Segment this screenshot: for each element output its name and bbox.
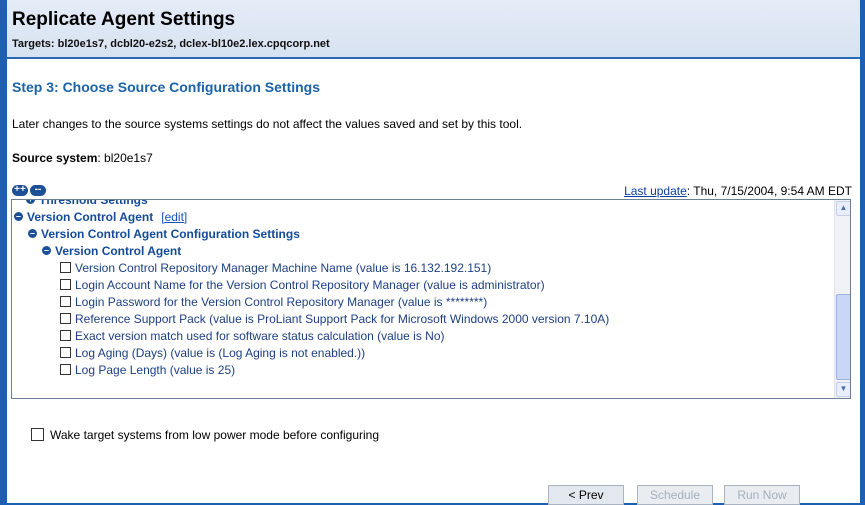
step-title: Step 3: Choose Source Configuration Sett…: [12, 79, 321, 95]
tree-scrollbar[interactable]: ▲ ▼: [834, 200, 850, 398]
last-update-link[interactable]: Last update: [624, 184, 687, 198]
scroll-down-icon[interactable]: ▼: [836, 382, 850, 397]
setting-label: Reference Support Pack (value is ProLian…: [75, 312, 610, 326]
tree-node-label: Threshold Settings: [39, 199, 148, 207]
tree-node-label: Version Control Agent: [27, 210, 154, 224]
page-title: Replicate Agent Settings: [12, 9, 236, 30]
setting-item[interactable]: Reference Support Pack (value is ProLian…: [12, 311, 832, 328]
edit-link[interactable]: [edit]: [161, 210, 187, 224]
targets-text: Targets: bl20e1s7, dcbl20-e2s2, dclex-bl…: [12, 38, 330, 50]
tree-node-threshold[interactable]: + Threshold Settings: [12, 199, 832, 209]
wake-option[interactable]: Wake target systems from low power mode …: [31, 428, 379, 442]
tree-node-label: Version Control Agent: [55, 244, 182, 258]
setting-checkbox[interactable]: [60, 262, 71, 274]
collapse-icon[interactable]: –: [28, 229, 37, 239]
setting-label: Exact version match used for software st…: [75, 329, 445, 343]
setting-checkbox[interactable]: [60, 313, 71, 325]
wizard-buttons: < Prev Schedule Run Now: [7, 485, 860, 505]
run-now-button[interactable]: Run Now: [724, 485, 800, 505]
setting-checkbox[interactable]: [60, 279, 71, 291]
setting-item[interactable]: Log Page Length (value is 25): [12, 362, 832, 379]
setting-label: Log Aging (Days) (value is (Log Aging is…: [75, 346, 366, 360]
setting-checkbox[interactable]: [60, 330, 71, 342]
source-system: Source system: bl20e1s7: [12, 151, 153, 165]
header-divider: [7, 57, 860, 59]
schedule-button[interactable]: Schedule: [637, 485, 713, 505]
last-update: Last update: Thu, 7/15/2004, 9:54 AM EDT: [624, 184, 852, 198]
setting-label: Version Control Repository Manager Machi…: [75, 261, 492, 275]
tree-node-vca-config[interactable]: – Version Control Agent Configuration Set…: [12, 226, 832, 243]
expand-all-icon[interactable]: ++: [12, 185, 28, 196]
setting-item[interactable]: Version Control Repository Manager Machi…: [12, 260, 832, 277]
settings-tree-content: + Threshold Settings – Version Control Age…: [12, 199, 832, 379]
collapse-icon[interactable]: –: [42, 246, 51, 256]
tree-node-vca-sub[interactable]: – Version Control Agent: [12, 243, 832, 260]
collapse-all-icon[interactable]: --: [30, 185, 46, 196]
source-system-label: Source system: [12, 151, 98, 165]
setting-checkbox[interactable]: [60, 296, 71, 308]
setting-checkbox[interactable]: [60, 364, 71, 376]
wake-label: Wake target systems from low power mode …: [50, 428, 380, 442]
setting-item[interactable]: Exact version match used for software st…: [12, 328, 832, 345]
wake-checkbox[interactable]: [31, 428, 44, 442]
settings-tree: + Threshold Settings – Version Control Age…: [11, 199, 851, 399]
tree-node-version-control-agent[interactable]: – Version Control Agent [edit]: [12, 209, 832, 226]
setting-item[interactable]: Login Password for the Version Control R…: [12, 294, 832, 311]
setting-label: Log Page Length (value is 25): [75, 363, 236, 377]
setting-label: Login Password for the Version Control R…: [75, 295, 488, 309]
scroll-up-icon[interactable]: ▲: [836, 201, 850, 216]
page-header: Replicate Agent Settings Targets: bl20e1…: [7, 0, 860, 59]
expand-icon[interactable]: +: [26, 200, 35, 205]
prev-button[interactable]: < Prev: [548, 485, 624, 505]
main-panel: Replicate Agent Settings Targets: bl20e1…: [7, 0, 860, 505]
setting-item[interactable]: Log Aging (Days) (value is (Log Aging is…: [12, 345, 832, 362]
description-text: Later changes to the source systems sett…: [12, 117, 523, 131]
last-update-value: : Thu, 7/15/2004, 9:54 AM EDT: [686, 184, 852, 198]
setting-checkbox[interactable]: [60, 347, 71, 359]
setting-label: Login Account Name for the Version Contr…: [75, 278, 545, 292]
source-system-value: : bl20e1s7: [97, 151, 153, 165]
collapse-icon[interactable]: –: [14, 212, 23, 222]
tree-node-label: Version Control Agent Configuration Sett…: [41, 227, 300, 241]
scroll-thumb[interactable]: [836, 294, 850, 380]
setting-item[interactable]: Login Account Name for the Version Contr…: [12, 277, 832, 294]
expand-controls: ++ --: [12, 185, 48, 198]
